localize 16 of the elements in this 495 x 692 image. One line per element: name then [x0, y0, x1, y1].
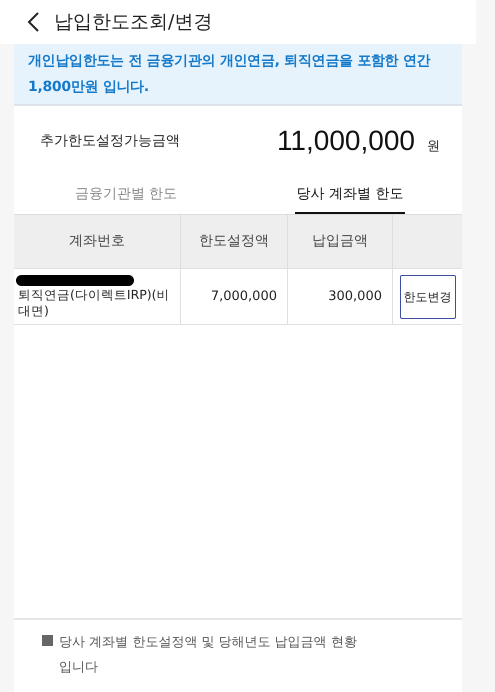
notice-banner: 개인납입한도는 전 금융기관의 개인연금, 퇴직연금을 포함한 연간 1,800만원 입니다.	[14, 44, 462, 106]
currency-unit: 원	[427, 138, 440, 156]
change-limit-button[interactable]: 한도변경	[400, 274, 456, 318]
column-header: 한도설정액	[199, 232, 269, 251]
amount-cell-text: 7,000,000	[210, 288, 277, 306]
bullet-icon	[42, 635, 53, 646]
back-icon[interactable]	[26, 11, 40, 33]
available-label: 추가한도설정가능금액	[40, 132, 180, 150]
available-amount: 11,000,000	[276, 124, 415, 158]
tab[interactable]: 금융기관별 한도	[72, 176, 180, 214]
account-name: 퇴직연금(다이렉트IRP)(비대면)	[18, 286, 171, 318]
column-header: 납입금액	[312, 232, 368, 251]
footnote-text: 당사 계좌별 한도설정액 및 당해년도 납입금액 현황입니다	[59, 634, 358, 677]
amount-cell-text: 300,000	[328, 288, 382, 306]
column-header: 계좌번호	[69, 232, 125, 251]
page-title: 납입한도조회/변경	[54, 10, 212, 35]
